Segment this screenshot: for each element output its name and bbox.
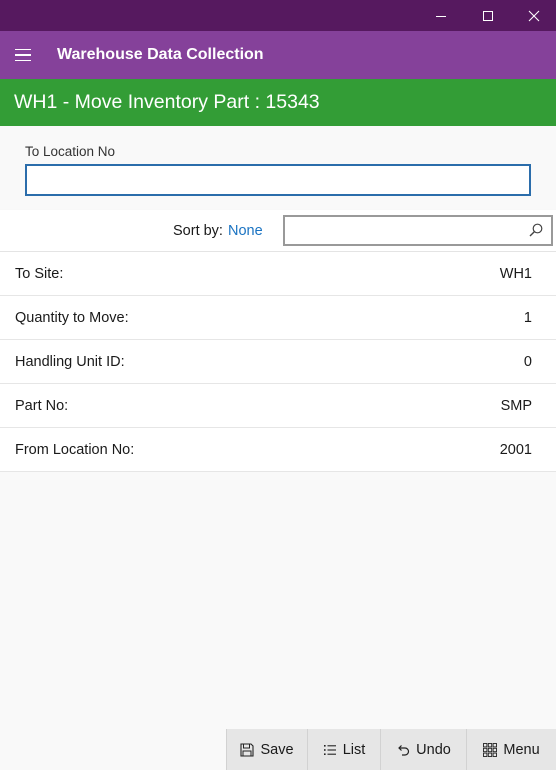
- list-button[interactable]: List: [307, 729, 380, 770]
- detail-value: 0: [523, 353, 532, 370]
- detail-label: To Site:: [15, 265, 64, 282]
- save-icon: [240, 742, 255, 757]
- detail-value: WH1: [499, 265, 532, 282]
- command-bar: Save List Undo Menu: [226, 729, 556, 770]
- save-button[interactable]: Save: [226, 729, 307, 770]
- details-list: To Site: WH1 Quantity to Move: 1 Handlin…: [0, 252, 556, 472]
- maximize-button[interactable]: [465, 0, 511, 31]
- save-label: Save: [260, 741, 294, 758]
- list-item[interactable]: To Site: WH1: [0, 252, 556, 296]
- app-title: Warehouse Data Collection: [57, 46, 264, 63]
- sort-value-link[interactable]: None: [228, 223, 263, 239]
- minimize-icon: [436, 15, 446, 17]
- close-button[interactable]: [511, 0, 556, 31]
- list-icon: [323, 744, 336, 755]
- sort-bar: Sort by: None: [0, 210, 556, 252]
- to-location-label: To Location No: [25, 144, 116, 159]
- undo-icon: [398, 744, 410, 756]
- search-box[interactable]: [283, 215, 553, 246]
- window-titlebar: [0, 0, 556, 31]
- input-section: To Location No: [0, 126, 556, 210]
- menu-label: Menu: [503, 741, 540, 758]
- list-item[interactable]: Handling Unit ID: 0: [0, 340, 556, 384]
- sort-label: Sort by:: [173, 223, 223, 239]
- grid-menu-icon: [483, 742, 498, 757]
- hamburger-icon[interactable]: [0, 31, 46, 79]
- search-input[interactable]: [285, 217, 515, 244]
- close-icon: [528, 10, 540, 21]
- to-location-input[interactable]: [25, 164, 531, 196]
- detail-label: Handling Unit ID:: [15, 353, 125, 370]
- page-header: WH1 - Move Inventory Part : 15343: [0, 79, 556, 126]
- list-item[interactable]: Part No: SMP: [0, 384, 556, 428]
- search-icon[interactable]: [529, 223, 543, 237]
- maximize-icon: [483, 10, 493, 21]
- detail-label: Quantity to Move:: [15, 309, 129, 326]
- detail-value: 1: [523, 309, 532, 326]
- detail-label: Part No:: [15, 397, 69, 414]
- minimize-button[interactable]: [418, 0, 464, 31]
- detail-label: From Location No:: [15, 441, 135, 458]
- undo-button[interactable]: Undo: [380, 729, 466, 770]
- detail-value: 2001: [499, 441, 532, 458]
- page-title: WH1 - Move Inventory Part : 15343: [14, 91, 320, 113]
- menu-button[interactable]: Menu: [466, 729, 556, 770]
- app-bar: Warehouse Data Collection: [0, 31, 556, 79]
- list-item[interactable]: Quantity to Move: 1: [0, 296, 556, 340]
- detail-value: SMP: [500, 397, 532, 414]
- list-label: List: [342, 741, 366, 758]
- list-item[interactable]: From Location No: 2001: [0, 428, 556, 472]
- undo-label: Undo: [416, 741, 451, 758]
